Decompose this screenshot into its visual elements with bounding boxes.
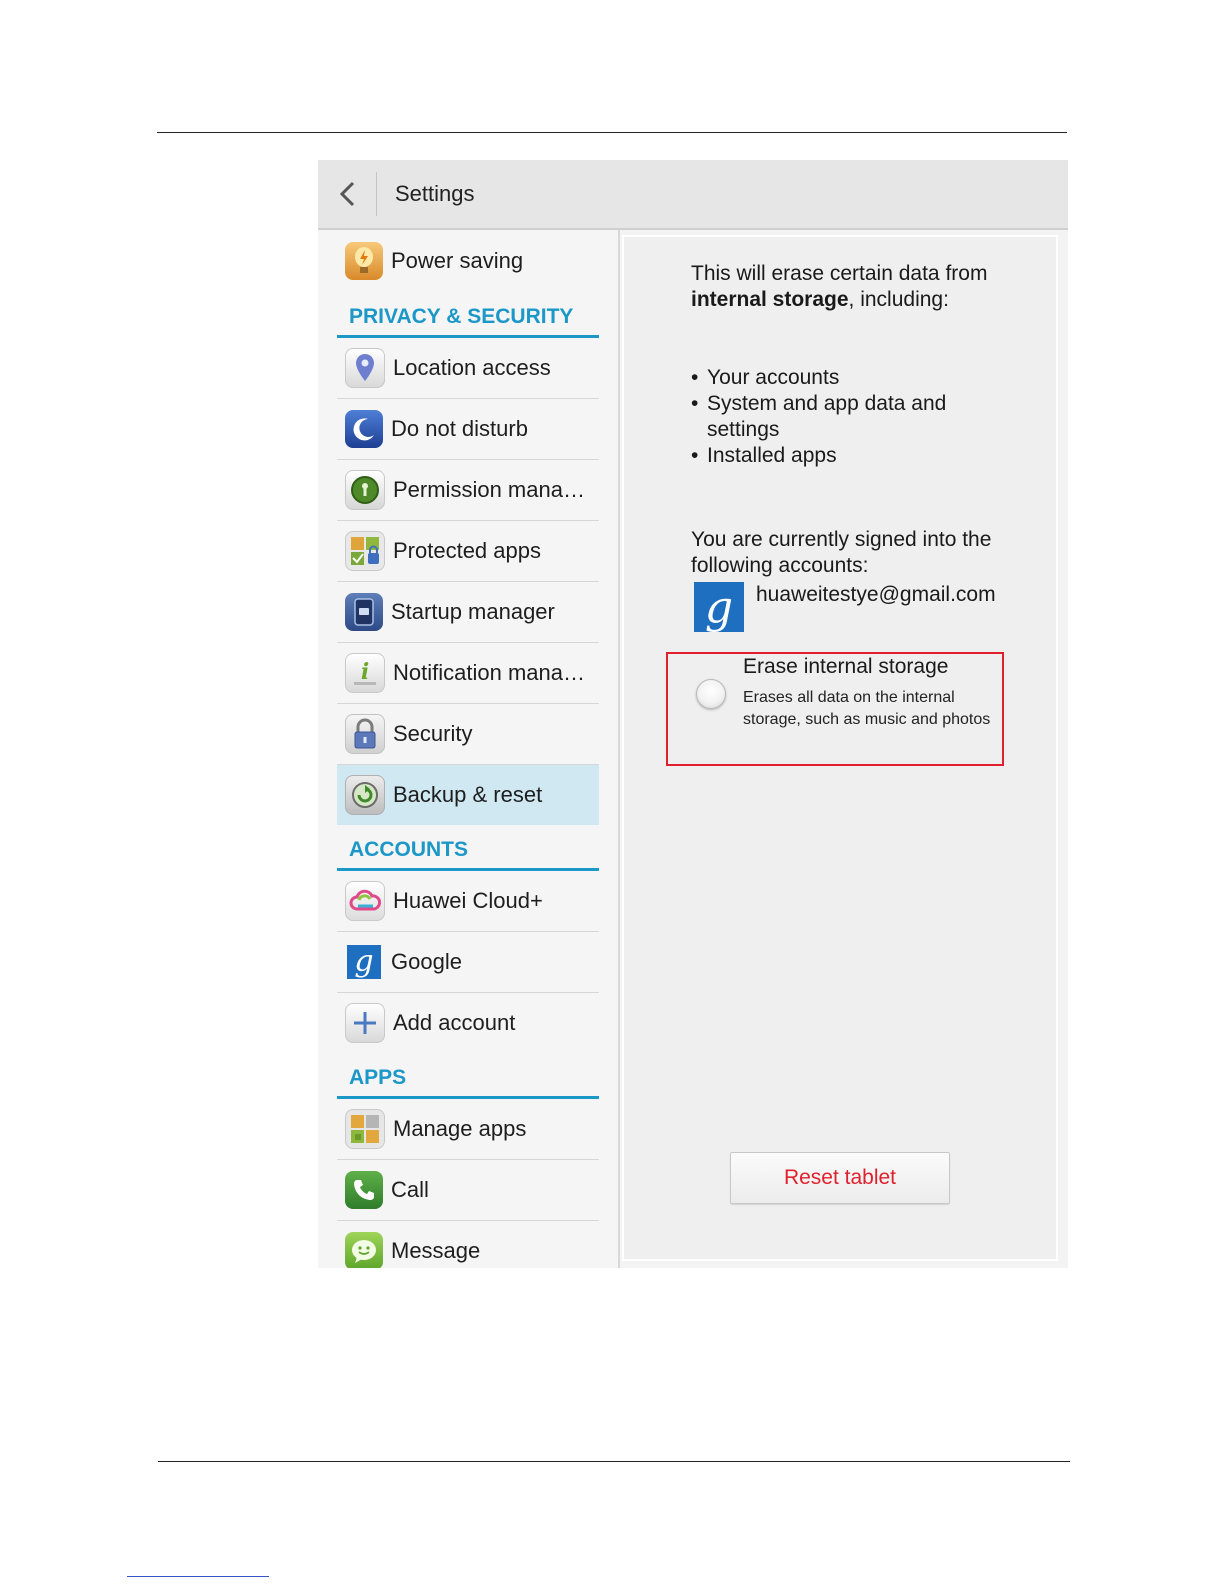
list-item: System and app data and settings xyxy=(691,391,991,443)
page-bottom-rule xyxy=(158,1461,1070,1462)
lightbulb-icon xyxy=(345,242,383,280)
internal-storage-emphasis: internal storage xyxy=(691,288,849,311)
sidebar-item-add-account[interactable]: Add account xyxy=(337,993,599,1053)
section-header-apps: APPS xyxy=(337,1053,599,1099)
padlock-icon xyxy=(345,714,385,754)
footer-link-underline xyxy=(127,1576,269,1577)
sidebar-item-label: Power saving xyxy=(391,248,524,273)
sidebar-item-label: Call xyxy=(391,1177,429,1202)
notification-info-icon: i xyxy=(345,653,385,693)
sidebar-item-message[interactable]: Message xyxy=(337,1221,599,1268)
sidebar-item-call[interactable]: Call xyxy=(337,1160,599,1221)
startup-manager-icon xyxy=(345,593,383,631)
google-account-row: g huaweitestye@gmail.com xyxy=(694,582,1014,633)
backup-reset-detail-pane: This will erase certain data from intern… xyxy=(622,235,1058,1261)
moon-icon xyxy=(345,410,383,448)
sidebar-item-startup-manager[interactable]: Startup manager xyxy=(337,582,599,643)
account-email: huaweitestye@gmail.com xyxy=(756,583,996,606)
sidebar-item-label: Backup & reset xyxy=(393,782,543,807)
sidebar-item-label: Huawei Cloud+ xyxy=(393,888,543,913)
section-header-accounts: ACCOUNTS xyxy=(337,825,599,871)
sidebar-item-security[interactable]: Security xyxy=(337,704,599,765)
sidebar-item-protected-apps[interactable]: Protected apps xyxy=(337,521,599,582)
sidebar-item-label: Security xyxy=(393,721,473,746)
back-arrow-icon xyxy=(339,181,355,207)
signed-in-text: You are currently signed into the follow… xyxy=(691,528,992,577)
sidebar-item-label: Message xyxy=(391,1238,481,1263)
plus-icon xyxy=(345,1003,385,1043)
location-pin-icon xyxy=(345,348,385,388)
sidebar-item-label: Location access xyxy=(393,355,551,380)
svg-text:i: i xyxy=(361,659,369,685)
permission-icon xyxy=(345,470,385,510)
sidebar-item-google[interactable]: g Google xyxy=(337,932,599,993)
page-title: Settings xyxy=(395,181,475,206)
phone-icon xyxy=(345,1171,383,1209)
backup-reset-icon xyxy=(345,775,385,815)
sidebar-item-label: Google xyxy=(391,949,462,974)
sidebar-item-power-saving[interactable]: Power saving xyxy=(337,230,599,292)
sidebar-item-label: Manage apps xyxy=(393,1116,527,1141)
reset-tablet-button[interactable]: Reset tablet xyxy=(730,1152,950,1204)
protected-apps-icon xyxy=(345,531,385,571)
sidebar-item-backup-reset[interactable]: Backup & reset xyxy=(337,765,599,825)
title-bar: Settings xyxy=(318,160,1068,230)
erase-items-list: Your accounts System and app data and se… xyxy=(691,365,991,469)
title-divider xyxy=(376,172,377,216)
pane-divider xyxy=(618,230,620,1268)
settings-screen: Settings Power saving PRIVACY & SECURITY… xyxy=(318,160,1068,1268)
google-logo-icon: g xyxy=(694,582,744,633)
sidebar-item-label: Protected apps xyxy=(393,538,541,563)
sidebar-item-label: Permission mana… xyxy=(393,477,585,502)
back-button[interactable] xyxy=(318,160,376,228)
erase-storage-radio[interactable] xyxy=(696,679,726,709)
manage-apps-icon xyxy=(345,1109,385,1149)
sidebar-item-do-not-disturb[interactable]: Do not disturb xyxy=(337,399,599,460)
cloud-icon xyxy=(345,881,385,921)
sidebar-item-manage-apps[interactable]: Manage apps xyxy=(337,1099,599,1160)
section-header-privacy-security: PRIVACY & SECURITY xyxy=(337,292,599,338)
sidebar-item-notification-manager[interactable]: i Notification mana… xyxy=(337,643,599,704)
google-icon: g xyxy=(347,945,381,979)
erase-internal-storage-option[interactable]: Erase internal storage Erases all data o… xyxy=(666,652,1004,766)
list-item: Installed apps xyxy=(691,443,991,469)
erase-option-title: Erase internal storage xyxy=(743,655,949,678)
erase-option-description: Erases all data on the internal storage,… xyxy=(743,689,991,728)
list-item: Your accounts xyxy=(691,365,991,391)
sidebar-item-location-access[interactable]: Location access xyxy=(337,338,599,399)
sidebar-item-huawei-cloud[interactable]: Huawei Cloud+ xyxy=(337,871,599,932)
message-icon xyxy=(345,1232,383,1268)
settings-sidebar[interactable]: Power saving PRIVACY & SECURITY Location… xyxy=(318,230,618,1268)
sidebar-item-label: Do not disturb xyxy=(391,416,528,441)
sidebar-item-label: Startup manager xyxy=(391,599,555,624)
page-top-rule xyxy=(157,132,1067,133)
sidebar-item-label: Add account xyxy=(393,1010,516,1035)
erase-intro-text: This will erase certain data from intern… xyxy=(691,262,988,311)
sidebar-item-permission-manager[interactable]: Permission mana… xyxy=(337,460,599,521)
sidebar-item-label: Notification mana… xyxy=(393,660,585,685)
